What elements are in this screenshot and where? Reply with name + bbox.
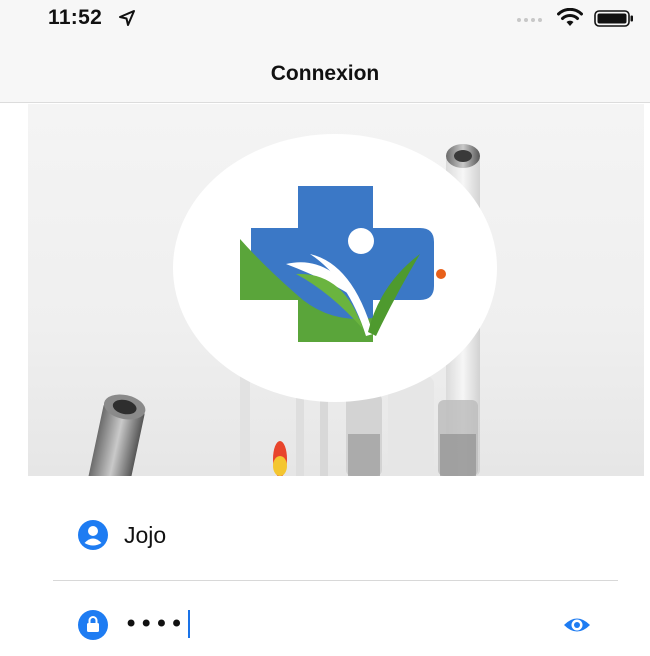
username-input[interactable]: Jojo: [124, 522, 166, 549]
status-time: 11:52: [48, 6, 103, 29]
lab-tubes-illustration: [86, 134, 497, 476]
password-input[interactable]: ••••: [124, 610, 185, 638]
status-bar: 11:52: [0, 0, 650, 38]
wifi-icon: [557, 8, 583, 26]
eye-icon[interactable]: [562, 614, 592, 636]
lock-icon: [78, 610, 108, 640]
signal-dots-icon: [517, 18, 542, 22]
user-icon: [78, 520, 108, 550]
field-divider: [53, 580, 618, 581]
password-field[interactable]: ••••: [0, 596, 650, 656]
username-field[interactable]: Jojo: [0, 506, 650, 566]
hero-image: [28, 104, 644, 476]
page-title: Connexion: [270, 62, 380, 85]
battery-icon: [594, 10, 633, 27]
text-cursor: [188, 610, 190, 638]
location-arrow-icon: [119, 10, 135, 26]
navigation-bar: Connexion: [0, 38, 650, 103]
